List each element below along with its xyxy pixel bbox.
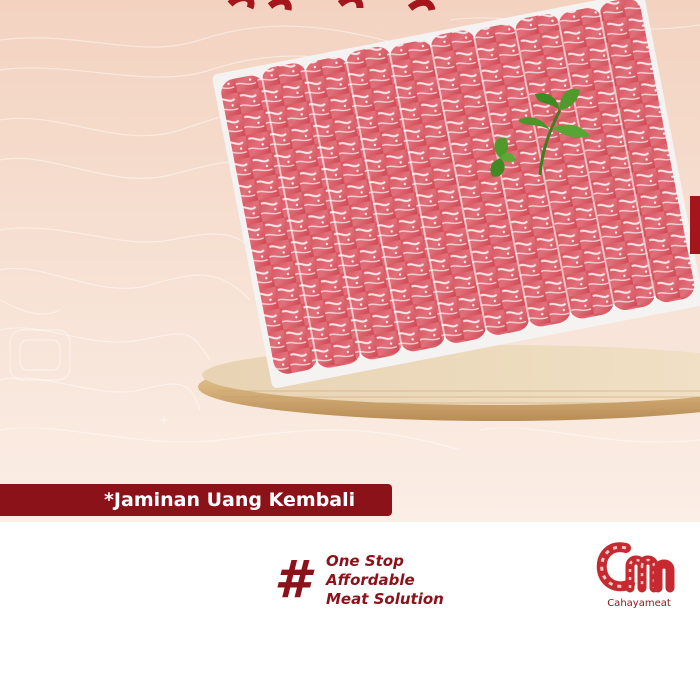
hero-banner — [0, 0, 700, 522]
tagline-text: One Stop Affordable Meat Solution — [326, 552, 444, 609]
hashtag-symbol: # — [274, 550, 311, 610]
tagline: # One Stop Affordable Meat Solution — [274, 552, 474, 612]
brand-logo: Cahayameat — [596, 540, 682, 620]
tagline-line-1: One Stop — [326, 552, 404, 570]
promo-canvas: *Jaminan Uang Kembali # One Stop Afforda… — [0, 0, 700, 700]
tagline-line-3: Meat Solution — [326, 590, 444, 608]
tagline-line-2: Affordable — [326, 571, 415, 589]
side-tab — [690, 196, 700, 254]
guarantee-ribbon: *Jaminan Uang Kembali — [0, 484, 392, 516]
cm-logo-icon — [596, 542, 675, 593]
title-fragment — [227, 0, 436, 12]
parsley-garnish-icon — [490, 88, 590, 177]
logo-wordmark: Cahayameat — [607, 598, 671, 609]
guarantee-text: *Jaminan Uang Kembali — [104, 489, 356, 511]
